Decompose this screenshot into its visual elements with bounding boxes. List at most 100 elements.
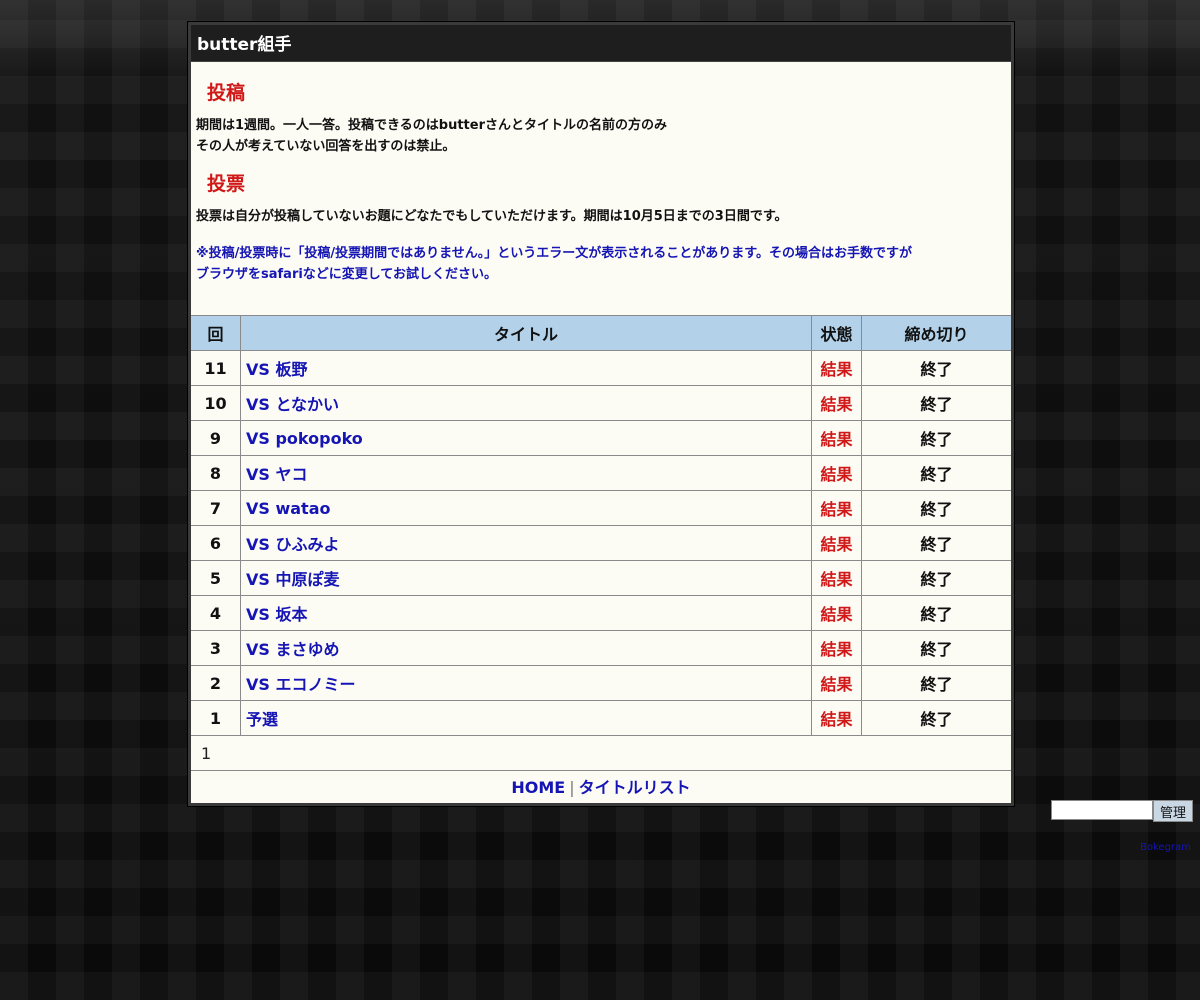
admin-form: 管理 <box>1051 800 1193 822</box>
row-result-link[interactable]: 結果 <box>820 675 852 694</box>
header-state: 状態 <box>811 315 862 351</box>
table-row: 7 VS watao 結果 終了 <box>191 490 1011 526</box>
table-row: 3 VS まさゆめ 結果 終了 <box>191 630 1011 666</box>
row-result-link[interactable]: 結果 <box>820 640 852 659</box>
row-title-link[interactable]: VS watao <box>246 499 331 518</box>
row-round: 8 <box>191 455 241 491</box>
row-round: 6 <box>191 525 241 561</box>
row-title-link[interactable]: VS エコノミー <box>246 675 355 694</box>
row-deadline: 終了 <box>861 700 1011 736</box>
row-title-cell: VS となかい <box>240 385 812 421</box>
row-state-cell: 結果 <box>811 525 862 561</box>
row-state-cell: 結果 <box>811 595 862 631</box>
row-result-link[interactable]: 結果 <box>820 360 852 379</box>
row-title-link[interactable]: VS となかい <box>246 395 339 414</box>
row-title-cell: VS pokopoko <box>240 420 812 456</box>
row-round: 9 <box>191 420 241 456</box>
row-title-cell: VS ひふみよ <box>240 525 812 561</box>
row-round: 2 <box>191 665 241 701</box>
row-result-link[interactable]: 結果 <box>820 710 852 729</box>
panel-title: butter組手 <box>191 25 1011 62</box>
row-deadline: 終了 <box>861 385 1011 421</box>
row-title-link[interactable]: 予選 <box>246 710 278 729</box>
row-round: 7 <box>191 490 241 526</box>
row-title-cell: 予選 <box>240 700 812 736</box>
row-deadline: 終了 <box>861 490 1011 526</box>
title-list-link[interactable]: タイトルリスト <box>579 778 691 797</box>
main-panel: butter組手 投稿 期間は1週間。一人一答。投稿できるのはbutterさんと… <box>188 22 1014 806</box>
row-result-link[interactable]: 結果 <box>820 500 852 519</box>
row-title-link[interactable]: VS 板野 <box>246 360 307 379</box>
table-row: 1 予選 結果 終了 <box>191 700 1011 736</box>
row-title-cell: VS ヤコ <box>240 455 812 491</box>
row-deadline: 終了 <box>861 595 1011 631</box>
row-deadline: 終了 <box>861 630 1011 666</box>
row-title-cell: VS エコノミー <box>240 665 812 701</box>
table-row: 6 VS ひふみよ 結果 終了 <box>191 525 1011 561</box>
powered-by-link[interactable]: Bokegram <box>1140 842 1191 853</box>
error-notice: ※投稿/投票時に「投稿/投票期間ではありません。」というエラー文が表示されること… <box>196 243 1006 285</box>
row-state-cell: 結果 <box>811 490 862 526</box>
title-table: 回 タイトル 状態 締め切り 11 VS 板野 結果 終了 10 VS となかい 結果 終了 9… <box>191 315 1011 736</box>
row-title-cell: VS 坂本 <box>240 595 812 631</box>
row-result-link[interactable]: 結果 <box>820 395 852 414</box>
row-title-cell: VS 中原ぽ麦 <box>240 560 812 596</box>
row-deadline: 終了 <box>861 525 1011 561</box>
admin-button[interactable]: 管理 <box>1153 800 1193 822</box>
vote-heading: 投票 <box>207 173 246 195</box>
table-header-row: 回 タイトル 状態 締め切り <box>191 315 1011 351</box>
vote-rules: 投票は自分が投稿していないお題にどなたでもしていただけます。期間は10月5日まで… <box>196 209 788 224</box>
row-round: 11 <box>191 350 241 386</box>
row-deadline: 終了 <box>861 350 1011 386</box>
pager-current-page: 1 <box>201 744 212 763</box>
header-title: タイトル <box>240 315 812 351</box>
error-notice-line-1: ※投稿/投票時に「投稿/投票期間ではありません。」というエラー文が表示されること… <box>196 246 912 261</box>
table-row: 8 VS ヤコ 結果 終了 <box>191 455 1011 491</box>
error-notice-line-2: ブラウザをsafariなどに変更してお試しください。 <box>196 267 498 282</box>
row-state-cell: 結果 <box>811 420 862 456</box>
row-title-link[interactable]: VS 坂本 <box>246 605 307 624</box>
row-title-cell: VS まさゆめ <box>240 630 812 666</box>
post-heading: 投稿 <box>207 82 246 104</box>
row-title-cell: VS watao <box>240 490 812 526</box>
row-title-cell: VS 板野 <box>240 350 812 386</box>
row-state-cell: 結果 <box>811 630 862 666</box>
row-round: 5 <box>191 560 241 596</box>
table-row: 11 VS 板野 結果 終了 <box>191 350 1011 386</box>
row-state-cell: 結果 <box>811 385 862 421</box>
row-title-link[interactable]: VS ひふみよ <box>246 535 339 554</box>
row-result-link[interactable]: 結果 <box>820 430 852 449</box>
row-result-link[interactable]: 結果 <box>820 535 852 554</box>
row-state-cell: 結果 <box>811 560 862 596</box>
admin-password-input[interactable] <box>1051 800 1153 820</box>
row-round: 4 <box>191 595 241 631</box>
row-deadline: 終了 <box>861 665 1011 701</box>
row-title-link[interactable]: VS まさゆめ <box>246 640 339 659</box>
header-round: 回 <box>191 315 241 351</box>
table-row: 9 VS pokopoko 結果 終了 <box>191 420 1011 456</box>
post-rules-line-2: その人が考えていない回答を出すのは禁止。 <box>196 139 456 154</box>
row-title-link[interactable]: VS 中原ぽ麦 <box>246 570 339 589</box>
footer-nav: HOME | タイトルリスト <box>191 771 1011 803</box>
row-title-link[interactable]: VS pokopoko <box>246 429 363 448</box>
row-state-cell: 結果 <box>811 700 862 736</box>
row-deadline: 終了 <box>861 420 1011 456</box>
row-round: 3 <box>191 630 241 666</box>
nav-separator: | <box>569 778 575 797</box>
row-deadline: 終了 <box>861 455 1011 491</box>
row-result-link[interactable]: 結果 <box>820 465 852 484</box>
home-link[interactable]: HOME <box>511 778 565 797</box>
row-result-link[interactable]: 結果 <box>820 605 852 624</box>
row-state-cell: 結果 <box>811 350 862 386</box>
row-state-cell: 結果 <box>811 665 862 701</box>
post-rules: 期間は1週間。一人一答。投稿できるのはbutterさんとタイトルの名前の方のみ … <box>196 115 1006 157</box>
row-result-link[interactable]: 結果 <box>820 570 852 589</box>
header-deadline: 締め切り <box>861 315 1011 351</box>
pager: 1 <box>191 736 1011 771</box>
table-row: 2 VS エコノミー 結果 終了 <box>191 665 1011 701</box>
row-state-cell: 結果 <box>811 455 862 491</box>
table-row: 10 VS となかい 結果 終了 <box>191 385 1011 421</box>
row-round: 10 <box>191 385 241 421</box>
row-deadline: 終了 <box>861 560 1011 596</box>
row-title-link[interactable]: VS ヤコ <box>246 465 307 484</box>
